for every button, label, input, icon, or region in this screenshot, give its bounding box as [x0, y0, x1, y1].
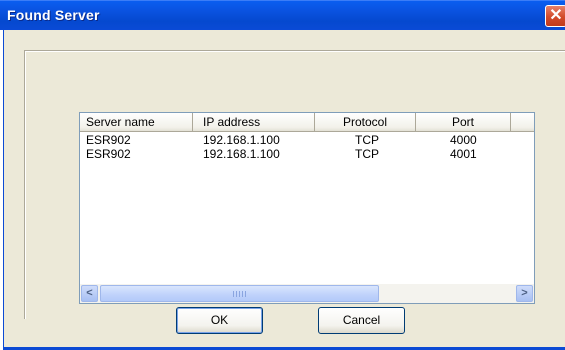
cell-ip-address: 192.168.1.100 — [203, 147, 280, 161]
cell-ip-address: 192.168.1.100 — [203, 133, 280, 147]
dialog-title: Found Server — [7, 7, 100, 23]
cell-protocol: TCP — [355, 147, 379, 161]
column-header-port[interactable]: Port — [416, 113, 511, 132]
column-header-ip-address[interactable]: IP address — [193, 113, 315, 132]
cell-server-name: ESR902 — [86, 133, 131, 147]
grip-icon — [233, 291, 247, 297]
ok-button[interactable]: OK — [176, 307, 263, 334]
close-icon: ✕ — [549, 7, 563, 24]
scroll-left-button[interactable]: < — [81, 285, 98, 302]
server-list[interactable]: Server name IP address Protocol Port ESR… — [79, 112, 535, 304]
horizontal-scrollbar[interactable]: < > — [80, 284, 534, 303]
column-header-protocol[interactable]: Protocol — [315, 113, 416, 132]
dialog-body: Server name IP address Protocol Port ESR… — [3, 30, 565, 350]
scroll-right-button[interactable]: > — [516, 285, 533, 302]
close-button[interactable]: ✕ — [545, 5, 565, 27]
cell-protocol: TCP — [355, 133, 379, 147]
chevron-left-icon: < — [86, 287, 93, 299]
scrollbar-thumb[interactable] — [100, 285, 379, 302]
column-header-label: Server name — [86, 115, 155, 129]
column-header-label: IP address — [203, 115, 261, 129]
cell-server-name: ESR902 — [86, 147, 131, 161]
list-header: Server name IP address Protocol Port — [80, 113, 534, 132]
column-header-filler — [511, 113, 534, 132]
cancel-button[interactable]: Cancel — [318, 307, 405, 334]
chevron-right-icon: > — [521, 287, 528, 299]
column-header-label: Protocol — [342, 115, 388, 129]
table-row[interactable]: ESR902 192.168.1.100 TCP 4001 — [80, 147, 534, 161]
cell-port: 4001 — [450, 147, 477, 161]
column-header-server-name[interactable]: Server name — [80, 113, 193, 132]
title-bar[interactable]: Found Server ✕ — [0, 0, 565, 30]
table-row[interactable]: ESR902 192.168.1.100 TCP 4000 — [80, 133, 534, 147]
found-server-dialog: Found Server ✕ Server name IP address Pr… — [0, 0, 565, 350]
cell-port: 4000 — [450, 133, 477, 147]
column-header-label: Port — [451, 115, 474, 129]
